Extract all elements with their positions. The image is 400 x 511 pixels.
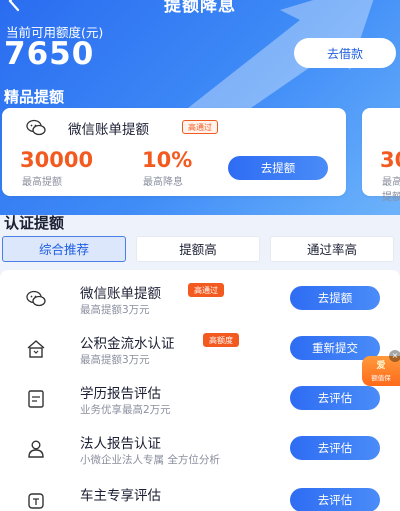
list-item-desc: 业务优享最高2万元 — [80, 404, 171, 416]
max-amount-value: 30000 — [20, 148, 94, 172]
page-title: 提额降息 — [164, 0, 236, 16]
max-rate-label: 最高降息 — [143, 177, 183, 188]
list-item-car-owner[interactable]: 车主专享评估 去评估 — [0, 474, 400, 511]
premium-raise-button[interactable]: 去提额 — [228, 156, 328, 180]
list-item-desc: 最高提额3万元 — [80, 304, 150, 316]
tab-high-pass-rate[interactable]: 通过率高 — [270, 236, 394, 262]
tab-high-amount[interactable]: 提额高 — [136, 236, 260, 262]
list-item-desc: 最高提额3万元 — [80, 354, 150, 366]
tag-high-pass: 高通过 — [188, 283, 224, 297]
premium-card-row: 微信账单提额 高通过 30000 最高提额 10% 最高降息 去提额 30 最高… — [0, 108, 400, 203]
list-item-name: 公积金流水认证 — [80, 336, 175, 352]
floating-promo-badge[interactable]: × 爱 额值保 — [362, 350, 400, 386]
credit-value: 7650 — [4, 36, 95, 72]
tag-high-pass: 高通过 — [182, 120, 218, 134]
evaluate-button[interactable]: 去评估 — [290, 436, 380, 460]
promo-badge-top: 爱 — [376, 361, 386, 371]
list-item-name: 法人报告认证 — [80, 436, 161, 452]
certification-list: 微信账单提额 高通过 最高提额3万元 去提额 公积金流水认证 高额度 最高提额3… — [0, 270, 400, 511]
next-card-amount: 30 — [380, 148, 400, 172]
list-item-name: 微信账单提额 — [80, 286, 161, 302]
wechat-icon — [26, 290, 46, 307]
promo-badge-label: 额值保 — [371, 374, 391, 382]
raise-button[interactable]: 去提额 — [290, 286, 380, 310]
max-amount-label: 最高提额 — [22, 177, 62, 188]
evaluate-button[interactable]: 去评估 — [290, 488, 380, 511]
premium-section-title: 精品提额 — [4, 88, 65, 106]
certificate-icon — [28, 390, 44, 408]
next-card-amount-label: 最高提额 — [382, 177, 400, 203]
tab-recommended[interactable]: 综合推荐 — [2, 236, 126, 262]
list-item-desc: 小微企业法人专属 全方位分析 — [80, 454, 220, 466]
borrow-button[interactable]: 去借款 — [294, 38, 396, 68]
list-item-housing-fund[interactable]: 公积金流水认证 高额度 最高提额3万元 重新提交 — [0, 322, 400, 372]
car-owner-icon — [28, 493, 44, 509]
list-item-wechat-bill[interactable]: 微信账单提额 高通过 最高提额3万元 去提额 — [0, 272, 400, 322]
evaluate-button[interactable]: 去评估 — [290, 386, 380, 410]
list-item-education[interactable]: 学历报告评估 业务优享最高2万元 去评估 — [0, 372, 400, 422]
list-item-name: 车主专享评估 — [80, 488, 161, 504]
tag-high-amount: 高额度 — [203, 333, 239, 347]
house-fund-icon — [27, 340, 45, 358]
max-rate-value: 10% — [142, 148, 193, 172]
list-item-name: 学历报告评估 — [80, 386, 161, 402]
wechat-icon — [26, 119, 46, 136]
premium-card-name: 微信账单提额 — [68, 122, 149, 138]
certification-section-title: 认证提额 — [4, 214, 65, 232]
list-item-legal-person[interactable]: 法人报告认证 小微企业法人专属 全方位分析 去评估 — [0, 422, 400, 472]
premium-card-wechat[interactable]: 微信账单提额 高通过 30000 最高提额 10% 最高降息 去提额 — [2, 108, 346, 196]
person-icon — [28, 440, 44, 458]
premium-card-next[interactable]: 30 最高提额 — [362, 108, 400, 203]
